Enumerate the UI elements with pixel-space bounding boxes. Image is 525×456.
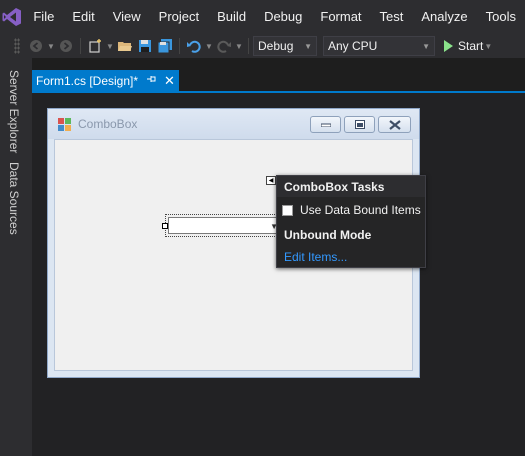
combobox-tasks-panel: ComboBox Tasks Use Data Bound Items Unbo… [276,175,426,268]
save-icon[interactable] [135,36,155,56]
solution-platform-value: Any CPU [328,39,378,53]
standard-toolbar: ▼ ▼ ▼ ▼ Debug ▼ Any CPU ▼ Start ▼ [0,34,525,58]
resize-handle-left[interactable] [162,223,168,229]
tasks-panel-header: ComboBox Tasks [277,176,425,197]
combobox-field[interactable]: ▼ [168,217,282,234]
designer-surface[interactable]: ComboBox ▼ [32,93,525,456]
open-file-icon[interactable] [115,36,135,56]
toolbar-separator [80,38,81,54]
chevron-down-icon: ▼ [422,41,430,51]
use-data-bound-items-option[interactable]: Use Data Bound Items [282,203,421,217]
undo-icon[interactable] [184,36,204,56]
new-project-dropdown-icon[interactable]: ▼ [105,36,115,56]
toolbar-separator [179,38,180,54]
close-button[interactable] [378,116,411,133]
navigate-forward-icon[interactable] [56,36,76,56]
use-data-bound-items-checkbox[interactable] [282,204,293,216]
navigate-back-dropdown-icon[interactable]: ▼ [46,36,56,56]
redo-icon[interactable] [214,36,234,56]
smart-tag-icon[interactable]: ◀ [266,176,276,185]
minimize-button[interactable] [310,116,341,133]
undo-dropdown-icon[interactable]: ▼ [204,36,214,56]
play-icon [444,40,453,52]
menu-view[interactable]: View [104,0,150,34]
minimize-icon [320,123,331,127]
data-sources-tab[interactable]: Data Sources [7,162,21,235]
visual-studio-logo-icon[interactable] [0,0,24,34]
maximize-icon [354,120,365,129]
menu-edit[interactable]: Edit [63,0,103,34]
navigate-back-icon[interactable] [26,36,46,56]
new-project-icon[interactable] [85,36,105,56]
toolbar-separator [248,38,249,54]
form-title: ComboBox [78,117,138,131]
start-dropdown-icon[interactable]: ▼ [483,36,493,56]
menu-test[interactable]: Test [371,0,413,34]
solution-configuration-value: Debug [258,39,294,53]
tab-title: Form1.cs [Design]* [36,73,139,88]
menu-tools[interactable]: Tools [477,0,525,34]
tab-form1-design[interactable]: Form1.cs [Design]* ✕ [32,70,179,91]
use-data-bound-items-label[interactable]: Use Data Bound Items [300,203,421,217]
pin-icon[interactable] [146,74,156,87]
start-button[interactable]: Start ▼ [443,36,493,56]
menu-analyze[interactable]: Analyze [412,0,476,34]
menu-file[interactable]: File [24,0,63,34]
solution-configuration-select[interactable]: Debug ▼ [253,36,317,56]
menu-project[interactable]: Project [150,0,208,34]
maximize-button[interactable] [344,116,375,133]
menu-build[interactable]: Build [208,0,255,34]
close-icon[interactable]: ✕ [164,73,175,89]
solution-platform-select[interactable]: Any CPU ▼ [323,36,435,56]
left-tool-window-strip: Server Explorer Data Sources [0,58,32,456]
close-icon [388,119,401,130]
start-button-label: Start [458,39,484,53]
edit-items-link[interactable]: Edit Items... [284,250,347,264]
toolbar-grip[interactable] [14,38,20,54]
save-all-icon[interactable] [155,36,175,56]
combobox-control[interactable]: ▼ [162,214,285,237]
form-app-icon [58,118,71,131]
form-title-bar[interactable]: ComboBox [48,109,419,139]
redo-dropdown-icon[interactable]: ▼ [234,36,244,56]
menu-bar: File Edit View Project Build Debug Forma… [0,0,525,34]
menu-format[interactable]: Format [311,0,370,34]
chevron-down-icon: ▼ [304,41,312,51]
unbound-mode-heading: Unbound Mode [284,228,372,242]
menu-debug[interactable]: Debug [255,0,311,34]
server-explorer-tab[interactable]: Server Explorer [7,70,21,153]
document-tab-strip: Form1.cs [Design]* ✕ [32,70,525,91]
